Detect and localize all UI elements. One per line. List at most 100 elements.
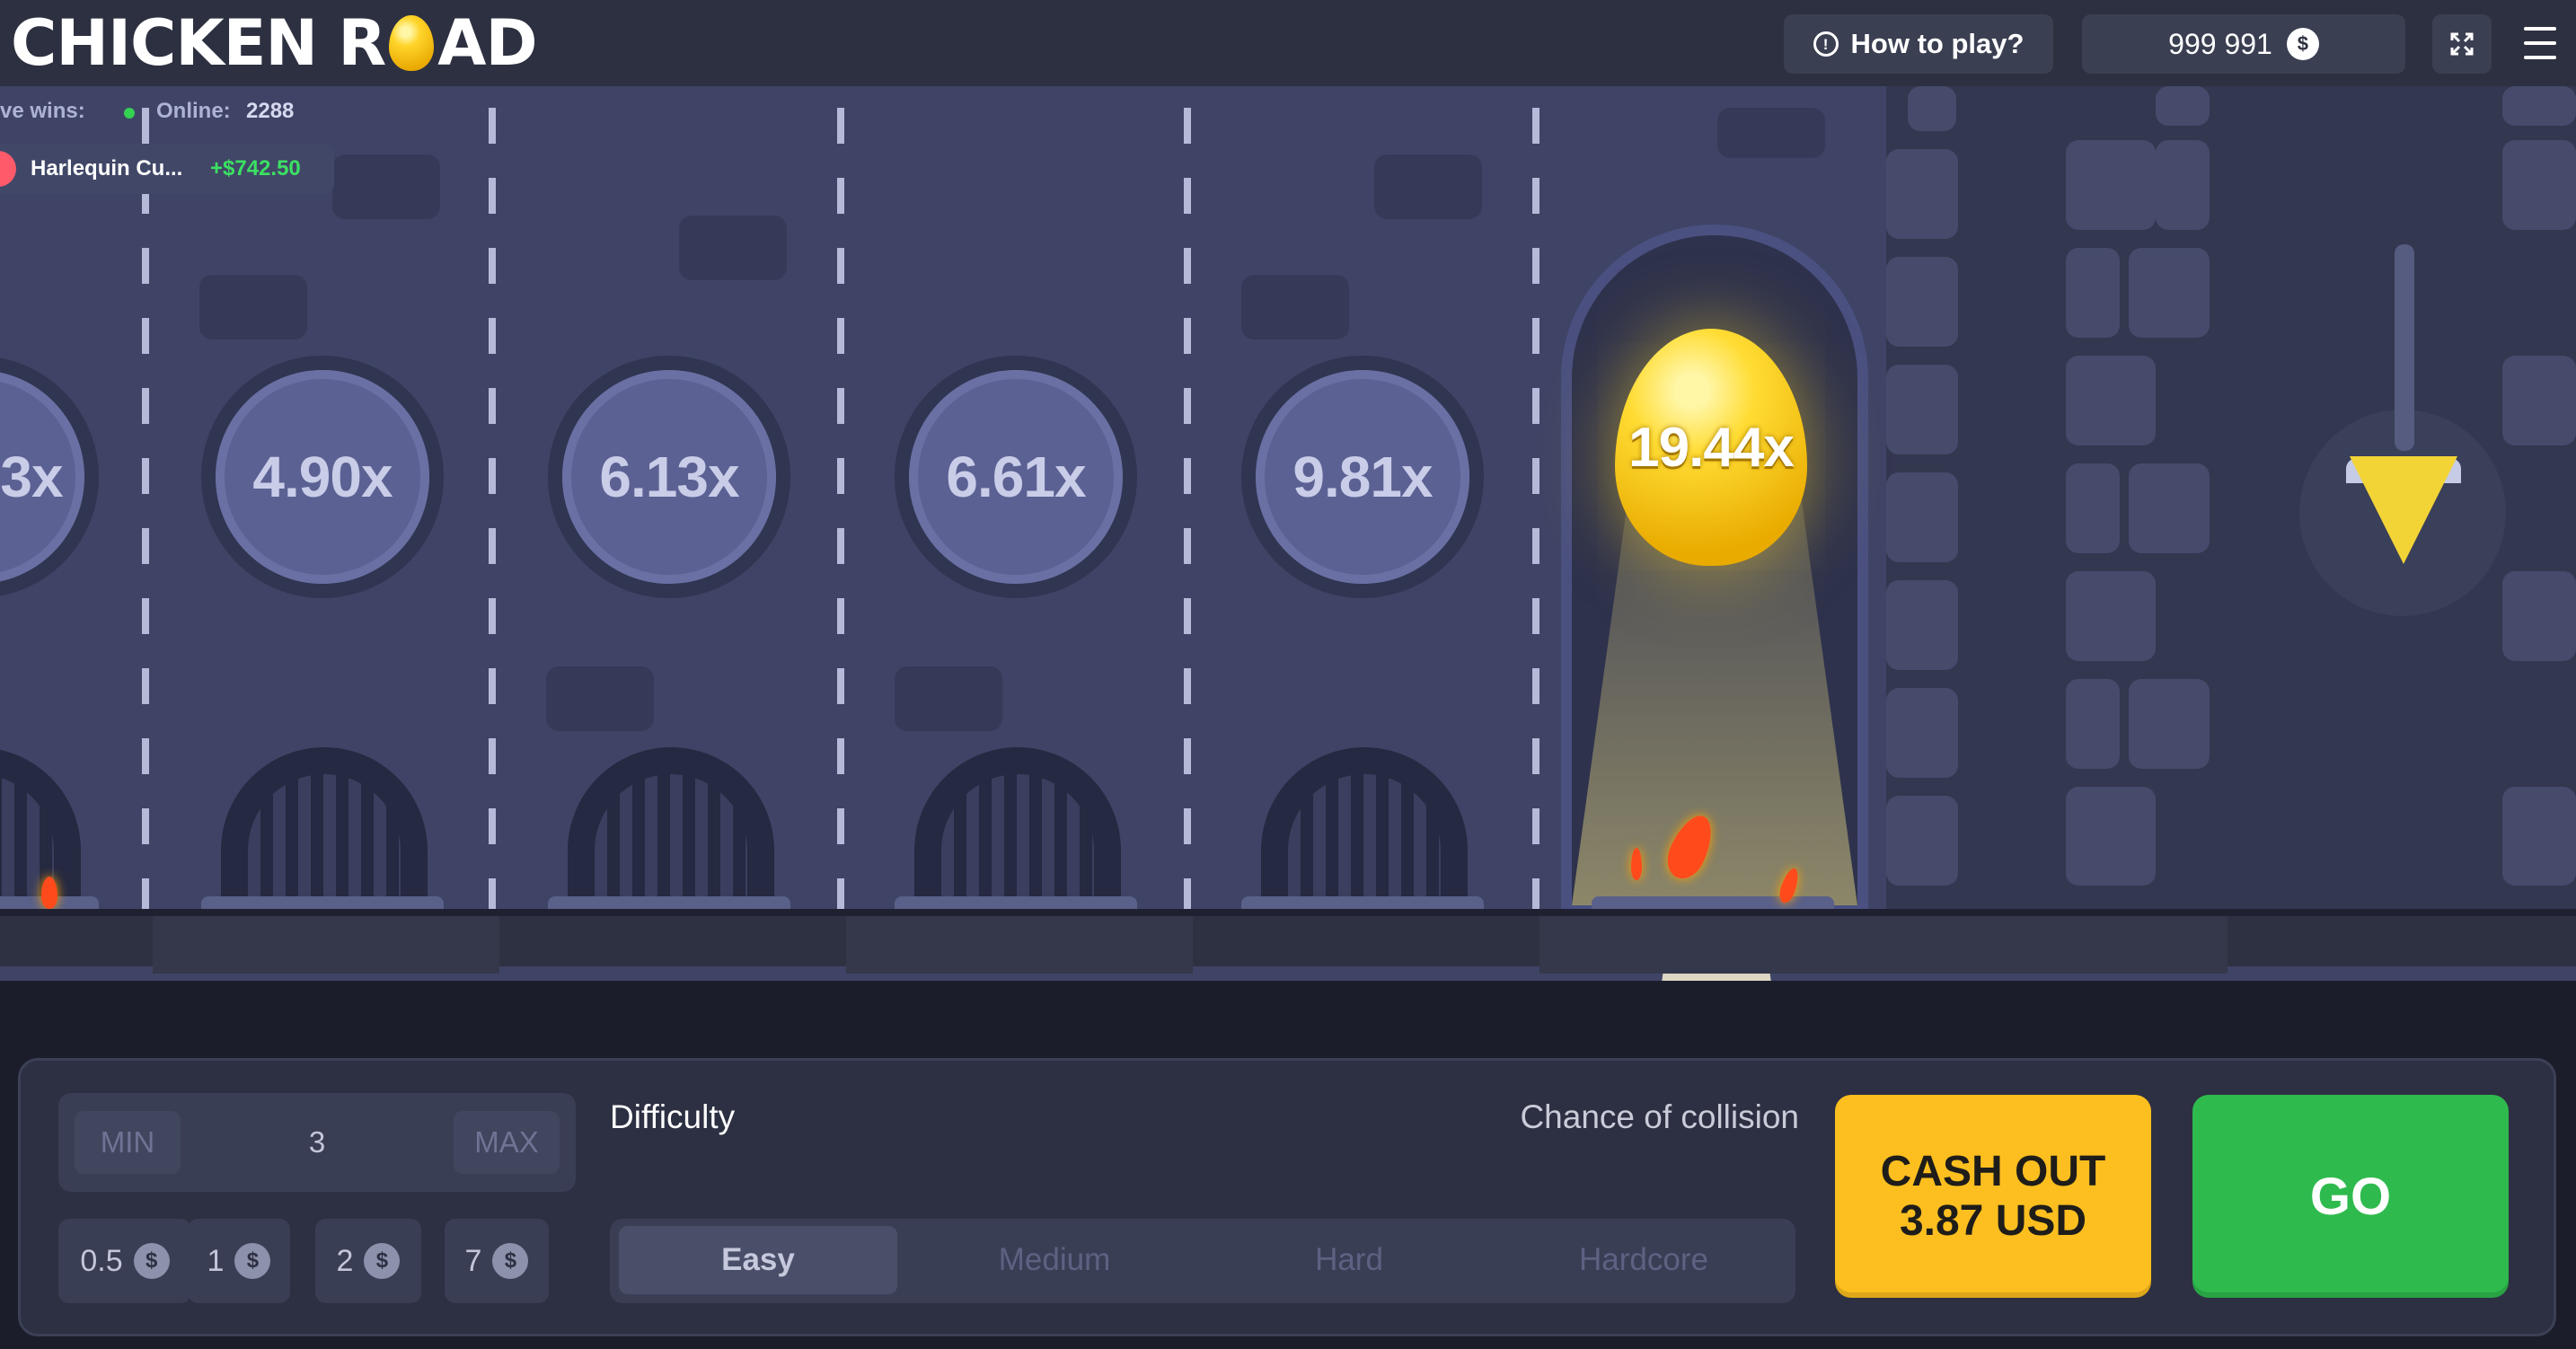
difficulty-label: Difficulty <box>610 1098 736 1135</box>
wall-brick <box>1886 365 1958 454</box>
lane-divider <box>489 108 496 916</box>
sewer-grate <box>568 747 774 909</box>
difficulty-selector: Easy Medium Hard Hardcore <box>610 1219 1795 1303</box>
chip-value: 7 <box>464 1243 482 1278</box>
cash-out-amount: 3.87 USD <box>1899 1197 2087 1245</box>
logo-text-left: CHICKEN R <box>11 6 386 80</box>
difficulty-tab-hard[interactable]: Hard <box>1210 1226 1488 1294</box>
info-icon: ! <box>1813 31 1839 57</box>
menu-icon-bar <box>2524 41 2556 45</box>
wall-brick <box>2066 679 2120 769</box>
collision-chance-label: Chance of collision <box>1520 1098 1799 1135</box>
lane-multiplier-value: 3x <box>0 445 63 509</box>
wall-brick <box>895 666 1002 731</box>
wall-brick <box>1374 154 1482 219</box>
online-status-dot <box>124 108 135 119</box>
wall-brick <box>2502 140 2576 230</box>
cash-out-button[interactable]: CASH OUT 3.87 USD <box>1835 1095 2151 1298</box>
how-to-play-button[interactable]: ! How to play? <box>1784 14 2053 74</box>
lane-multiplier-value: 6.13x <box>599 445 739 509</box>
lane-multiplier-coin[interactable]: 3x <box>0 356 99 598</box>
wall-brick <box>2502 356 2576 445</box>
chip-value: 2 <box>336 1243 354 1278</box>
wall-brick <box>1886 257 1958 347</box>
sewer-grate <box>221 747 428 909</box>
wall-brick <box>2502 787 2576 886</box>
wall-brick <box>679 216 787 280</box>
sewer-grate <box>0 747 81 909</box>
logo: CHICKEN R AD <box>11 6 538 80</box>
wall-brick <box>1886 149 1958 239</box>
cash-out-label: CASH OUT <box>1880 1147 2106 1195</box>
dollar-coin-icon: $ <box>2286 28 2319 60</box>
logo-egg-icon <box>389 15 435 71</box>
wall-brick <box>2156 140 2210 230</box>
balance-value: 999 991 <box>2168 27 2272 60</box>
bet-amount-value[interactable]: 3 <box>238 1111 396 1174</box>
menu-icon-bar <box>2524 27 2556 31</box>
logo-text-right: AD <box>437 6 537 80</box>
menu-icon-bar <box>2524 56 2556 59</box>
min-bet-button[interactable]: MIN <box>75 1111 181 1174</box>
flame-icon <box>41 877 57 909</box>
wall-brick <box>2502 571 2576 661</box>
max-bet-button[interactable]: MAX <box>454 1111 560 1174</box>
wall-brick <box>332 154 440 219</box>
wall-brick <box>2129 248 2210 338</box>
lane-multiplier-coin[interactable]: 9.81x <box>1241 356 1484 598</box>
lane-multiplier-coin[interactable]: 4.90x <box>201 356 444 598</box>
difficulty-tab-easy[interactable]: Easy <box>619 1226 897 1294</box>
difficulty-tab-medium[interactable]: Medium <box>915 1226 1194 1294</box>
winner-name: Harlequin Cu... <box>31 156 183 181</box>
fullscreen-button[interactable] <box>2432 14 2492 74</box>
dollar-coin-icon: $ <box>133 1243 170 1279</box>
wall-brick <box>1886 796 1958 886</box>
lane-multiplier-value: 9.81x <box>1292 445 1433 509</box>
quick-bet-chip[interactable]: 0.5 $ <box>58 1219 191 1303</box>
win-amount: +$742.50 <box>210 156 301 181</box>
live-wins-label: ve wins: <box>0 99 85 123</box>
wall-brick <box>1717 108 1825 158</box>
bet-amount-input: MIN 3 MAX <box>58 1093 576 1192</box>
quick-bet-chip[interactable]: 1 $ <box>188 1219 290 1303</box>
lane-divider <box>837 108 844 916</box>
control-panel: MIN 3 MAX 0.5 $ 1 $ 2 $ 7 $ Difficulty C… <box>18 1058 2556 1336</box>
wall-brick <box>2156 86 2210 126</box>
wall-brick <box>2066 248 2120 338</box>
sewer-grate <box>1261 747 1468 909</box>
difficulty-tab-hardcore[interactable]: Hardcore <box>1504 1226 1783 1294</box>
wall-brick <box>1886 688 1958 778</box>
sewer-grate <box>914 747 1121 909</box>
go-button[interactable]: GO <box>2192 1095 2509 1298</box>
wall-brick <box>2066 356 2156 445</box>
wall-brick <box>2066 787 2156 886</box>
menu-button[interactable] <box>2524 27 2556 59</box>
lamp-chain <box>2395 244 2414 451</box>
lane-multiplier-coin[interactable]: 6.61x <box>895 356 1137 598</box>
quick-bet-chip[interactable]: 7 $ <box>445 1219 549 1303</box>
lane-divider <box>142 108 149 916</box>
online-label: Online: <box>156 99 231 123</box>
wall-brick <box>2502 86 2576 126</box>
road-segment <box>153 916 499 974</box>
wall-brick <box>546 666 654 731</box>
quick-bet-chip[interactable]: 2 $ <box>315 1219 421 1303</box>
game-board: 3x 4.90x 6.13x 6.61x 9.81x 19.44x <box>0 86 2576 981</box>
wall-brick <box>2129 679 2210 769</box>
lane-multiplier-value: 4.90x <box>252 445 393 509</box>
live-win-item: Harlequin Cu... +$742.50 <box>0 144 334 194</box>
how-to-play-label: How to play? <box>1850 28 2025 59</box>
lane-divider <box>1532 108 1539 916</box>
dollar-coin-icon: $ <box>364 1243 401 1279</box>
balance-display[interactable]: 999 991 $ <box>2082 14 2405 74</box>
top-bar: CHICKEN R AD ! How to play? 999 991 $ <box>0 0 2576 86</box>
dollar-coin-icon: $ <box>492 1243 529 1279</box>
road-strip <box>0 909 2576 974</box>
road-segment <box>846 916 1193 974</box>
road-segment <box>1539 916 2228 974</box>
wall-brick <box>2066 140 2156 230</box>
wall-brick <box>2066 463 2120 553</box>
wall-brick <box>1908 86 1956 131</box>
lane-multiplier-coin[interactable]: 6.13x <box>548 356 790 598</box>
chip-value: 1 <box>207 1243 225 1278</box>
